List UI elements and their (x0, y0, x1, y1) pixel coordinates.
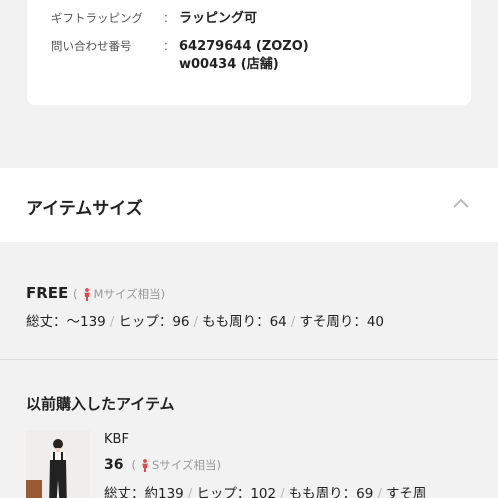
hint-open-paren: ( (73, 287, 78, 301)
inquiry-number-row: 問い合わせ番号 ： 64279644 (ZOZO) w00434 (店舗) (51, 38, 309, 74)
previous-purchase-title: 以前購入したアイテム (26, 395, 175, 413)
previous-item-brand[interactable]: KBF (104, 432, 129, 447)
measure-thigh: もも周り：64 (202, 314, 287, 330)
hint-close-paren: ) (160, 287, 166, 301)
inquiry-number-store: w00434 (店舗) (179, 57, 279, 72)
measure-separator: / (290, 314, 296, 330)
measure-hip: ヒップ：96 (118, 314, 190, 330)
size-equivalent-text: Mサイズ相当 (93, 287, 161, 301)
measure-separator: / (187, 486, 193, 498)
measure-separator: / (377, 486, 382, 498)
measure-hem: すそ周 (385, 486, 427, 498)
measure-hem: すそ周り：40 (299, 314, 385, 330)
inquiry-number-label: 問い合わせ番号 (51, 39, 132, 53)
previous-item-thumbnail[interactable] (26, 430, 90, 498)
measure-total-length: 総丈：約139 (104, 486, 184, 498)
measure-separator: / (109, 314, 115, 330)
measure-hip: ヒップ：102 (196, 486, 277, 498)
measure-thigh: もも周り：69 (288, 486, 374, 498)
hint-open-paren: ( (131, 458, 136, 472)
person-icon (84, 287, 89, 301)
gift-wrapping-row: ギフトラッピング ： ラッピング可 (51, 10, 257, 28)
chevron-up-icon[interactable] (452, 196, 470, 210)
size-equivalent-hint: ( Mサイズ相当 ) (73, 286, 165, 302)
row-separator: ： (163, 39, 175, 53)
size-name: FREE (26, 284, 69, 302)
gift-wrapping-label: ギフトラッピング (51, 11, 143, 25)
inquiry-number-zozo: 64279644 (ZOZO) (179, 39, 309, 54)
measure-separator: / (193, 314, 199, 330)
model-photo-image (26, 430, 90, 498)
item-size-section-header[interactable]: アイテムサイズ (0, 168, 498, 242)
previous-item-size: 36 (104, 457, 124, 473)
section-divider (0, 359, 498, 360)
person-icon (142, 458, 148, 472)
size-measurements: 総丈：〜139/ヒップ：96/もも周り：64/すそ周り：40 (26, 310, 384, 330)
previous-item-measurements: 総丈：約139/ヒップ：102/もも周り：69/すそ周 (104, 482, 426, 498)
hint-close-paren: ) (216, 458, 221, 472)
previous-size-equivalent-text: Sサイズ相当 (151, 458, 217, 472)
gift-wrapping-value: ラッピング可 (179, 11, 258, 26)
previous-item-size-row: 36 ( Sサイズ相当 ) (104, 457, 221, 473)
row-separator: ： (163, 11, 175, 25)
item-info-card: ギフトラッピング ： ラッピング可 問い合わせ番号 ： 64279644 (ZO… (27, 0, 471, 105)
measure-separator: / (280, 486, 285, 498)
item-size-title: アイテムサイズ (26, 199, 143, 219)
size-detail: FREE ( Mサイズ相当 ) 総丈：〜139/ヒップ：96/もも周り：64/す… (0, 263, 498, 359)
measure-total-length: 総丈：〜139 (26, 314, 106, 330)
previous-size-equivalent-hint: ( Sサイズ相当 ) (131, 457, 220, 473)
